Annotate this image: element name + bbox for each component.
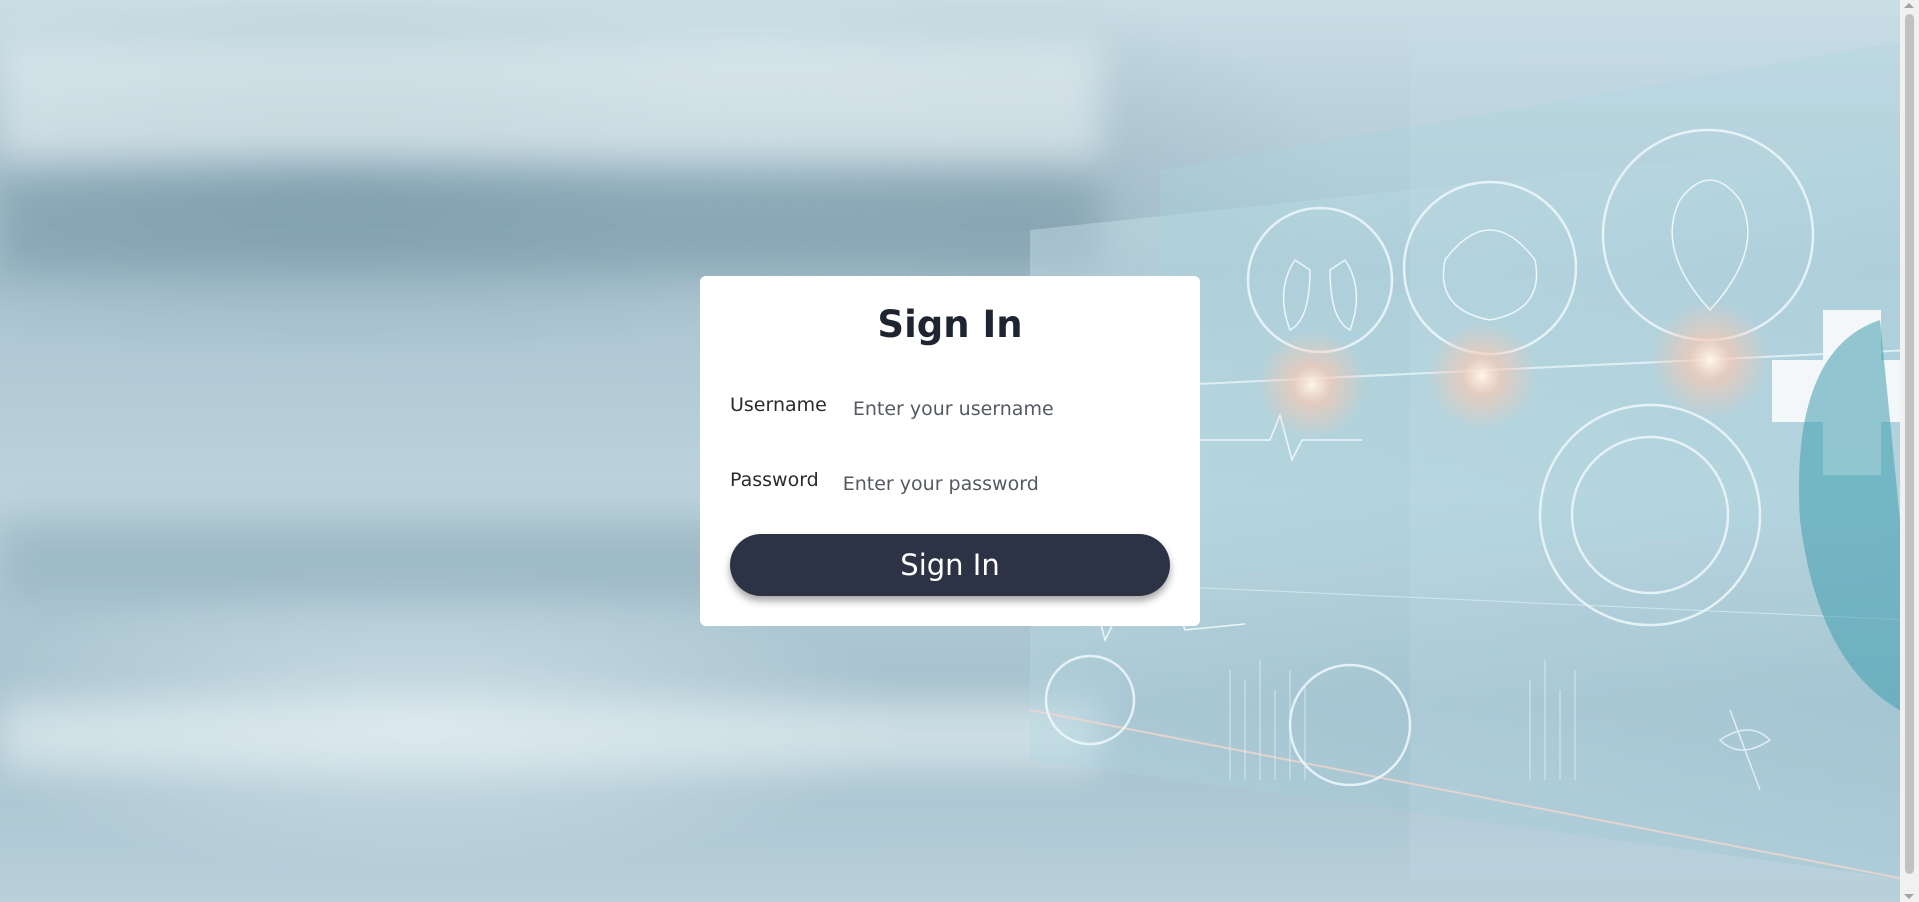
background-blur-band <box>0 180 1100 270</box>
scroll-up-arrow-icon[interactable] <box>1904 3 1914 8</box>
vertical-scrollbar[interactable] <box>1900 0 1919 902</box>
username-input[interactable] <box>852 398 1113 420</box>
scroll-down-arrow-icon[interactable] <box>1904 894 1914 899</box>
password-input[interactable] <box>842 473 1103 495</box>
username-label: Username <box>730 394 827 416</box>
background-blur-band <box>0 40 1100 160</box>
sign-in-card: Sign In Username Password Sign In <box>700 276 1200 626</box>
username-row: Username <box>730 394 1113 420</box>
background-blur-band <box>0 700 1100 770</box>
sign-in-title: Sign In <box>877 303 1023 346</box>
password-row: Password <box>730 469 1103 495</box>
password-label: Password <box>730 469 819 491</box>
scrollbar-thumb[interactable] <box>1905 14 1914 874</box>
sign-in-button[interactable]: Sign In <box>730 534 1170 596</box>
